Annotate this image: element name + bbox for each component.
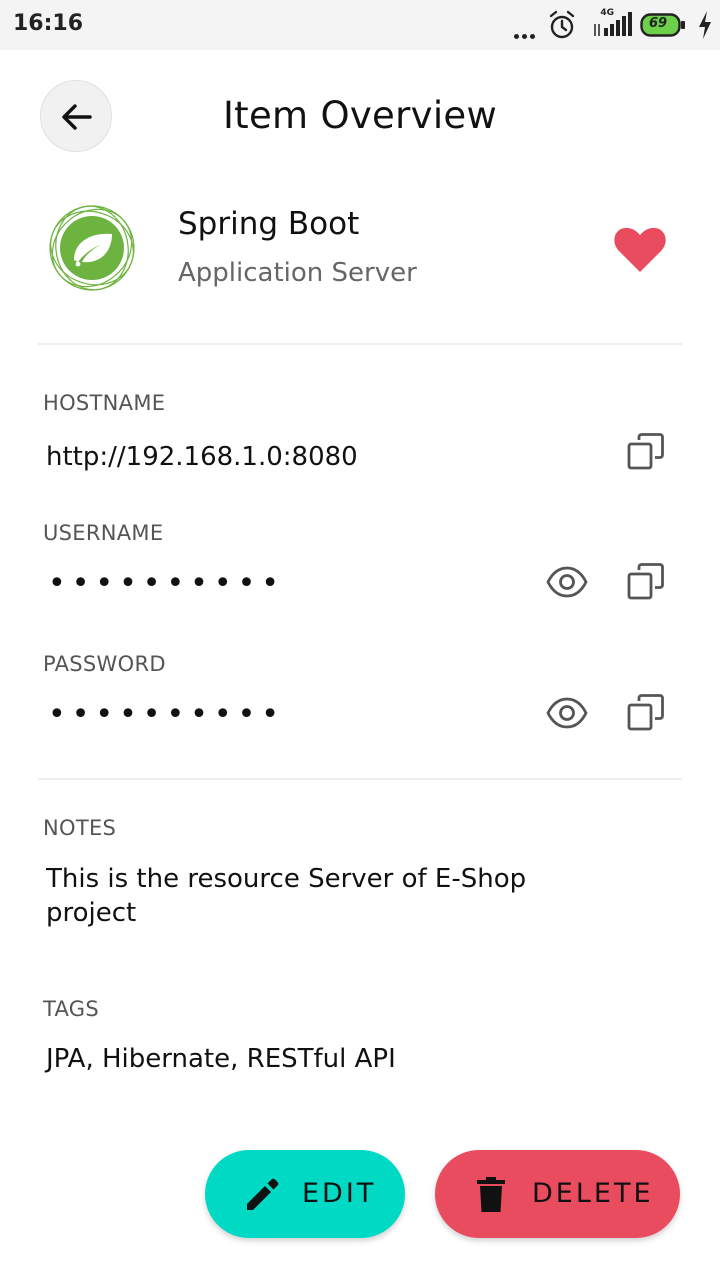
heart-icon[interactable] bbox=[612, 222, 668, 278]
item-type: Application Server bbox=[178, 258, 417, 288]
status-time: 16:16 bbox=[13, 11, 84, 36]
notes-text: This is the resource Server of E-Shop pr… bbox=[46, 864, 527, 928]
copy-username-icon[interactable] bbox=[622, 558, 670, 606]
signal-icon bbox=[594, 12, 632, 36]
notes-label: NOTES bbox=[43, 816, 117, 840]
password-label: PASSWORD bbox=[43, 652, 166, 676]
pencil-icon bbox=[247, 1178, 279, 1210]
show-username-eye-icon[interactable] bbox=[543, 558, 591, 606]
show-password-eye-icon[interactable] bbox=[543, 689, 591, 737]
alarm-icon bbox=[549, 10, 575, 39]
page-title: Item Overview bbox=[222, 94, 498, 137]
tags-label: TAGS bbox=[43, 997, 99, 1021]
username-label: USERNAME bbox=[43, 521, 164, 545]
delete-button[interactable]: DELETE bbox=[435, 1150, 680, 1238]
spring-leaf-icon bbox=[49, 205, 135, 291]
status-bar: 16:16 4G 69 bbox=[0, 0, 720, 50]
password-value-masked: •••••••••• bbox=[48, 697, 285, 732]
edit-button[interactable]: EDIT bbox=[205, 1150, 405, 1238]
item-name: Spring Boot bbox=[178, 206, 360, 242]
hostname-label: HOSTNAME bbox=[43, 391, 166, 415]
divider bbox=[38, 778, 682, 780]
divider bbox=[38, 343, 682, 345]
copy-password-icon[interactable] bbox=[622, 689, 670, 737]
more-dots-icon bbox=[514, 24, 540, 39]
delete-label: DELETE bbox=[532, 1178, 654, 1209]
hostname-value: http://192.168.1.0:8080 bbox=[46, 442, 358, 472]
edit-label: EDIT bbox=[302, 1178, 377, 1209]
item-overview-screen: 16:16 4G 69 Item Overview Spring Boot Ap… bbox=[0, 0, 720, 1280]
status-icons: 4G 69 bbox=[512, 8, 712, 40]
trash-icon bbox=[477, 1177, 505, 1212]
battery-level: 69 bbox=[648, 16, 668, 31]
charging-bolt-icon bbox=[699, 11, 711, 39]
copy-hostname-icon[interactable] bbox=[622, 428, 670, 476]
tags-value: JPA, Hibernate, RESTful API bbox=[46, 1044, 396, 1074]
username-value-masked: •••••••••• bbox=[48, 566, 285, 601]
